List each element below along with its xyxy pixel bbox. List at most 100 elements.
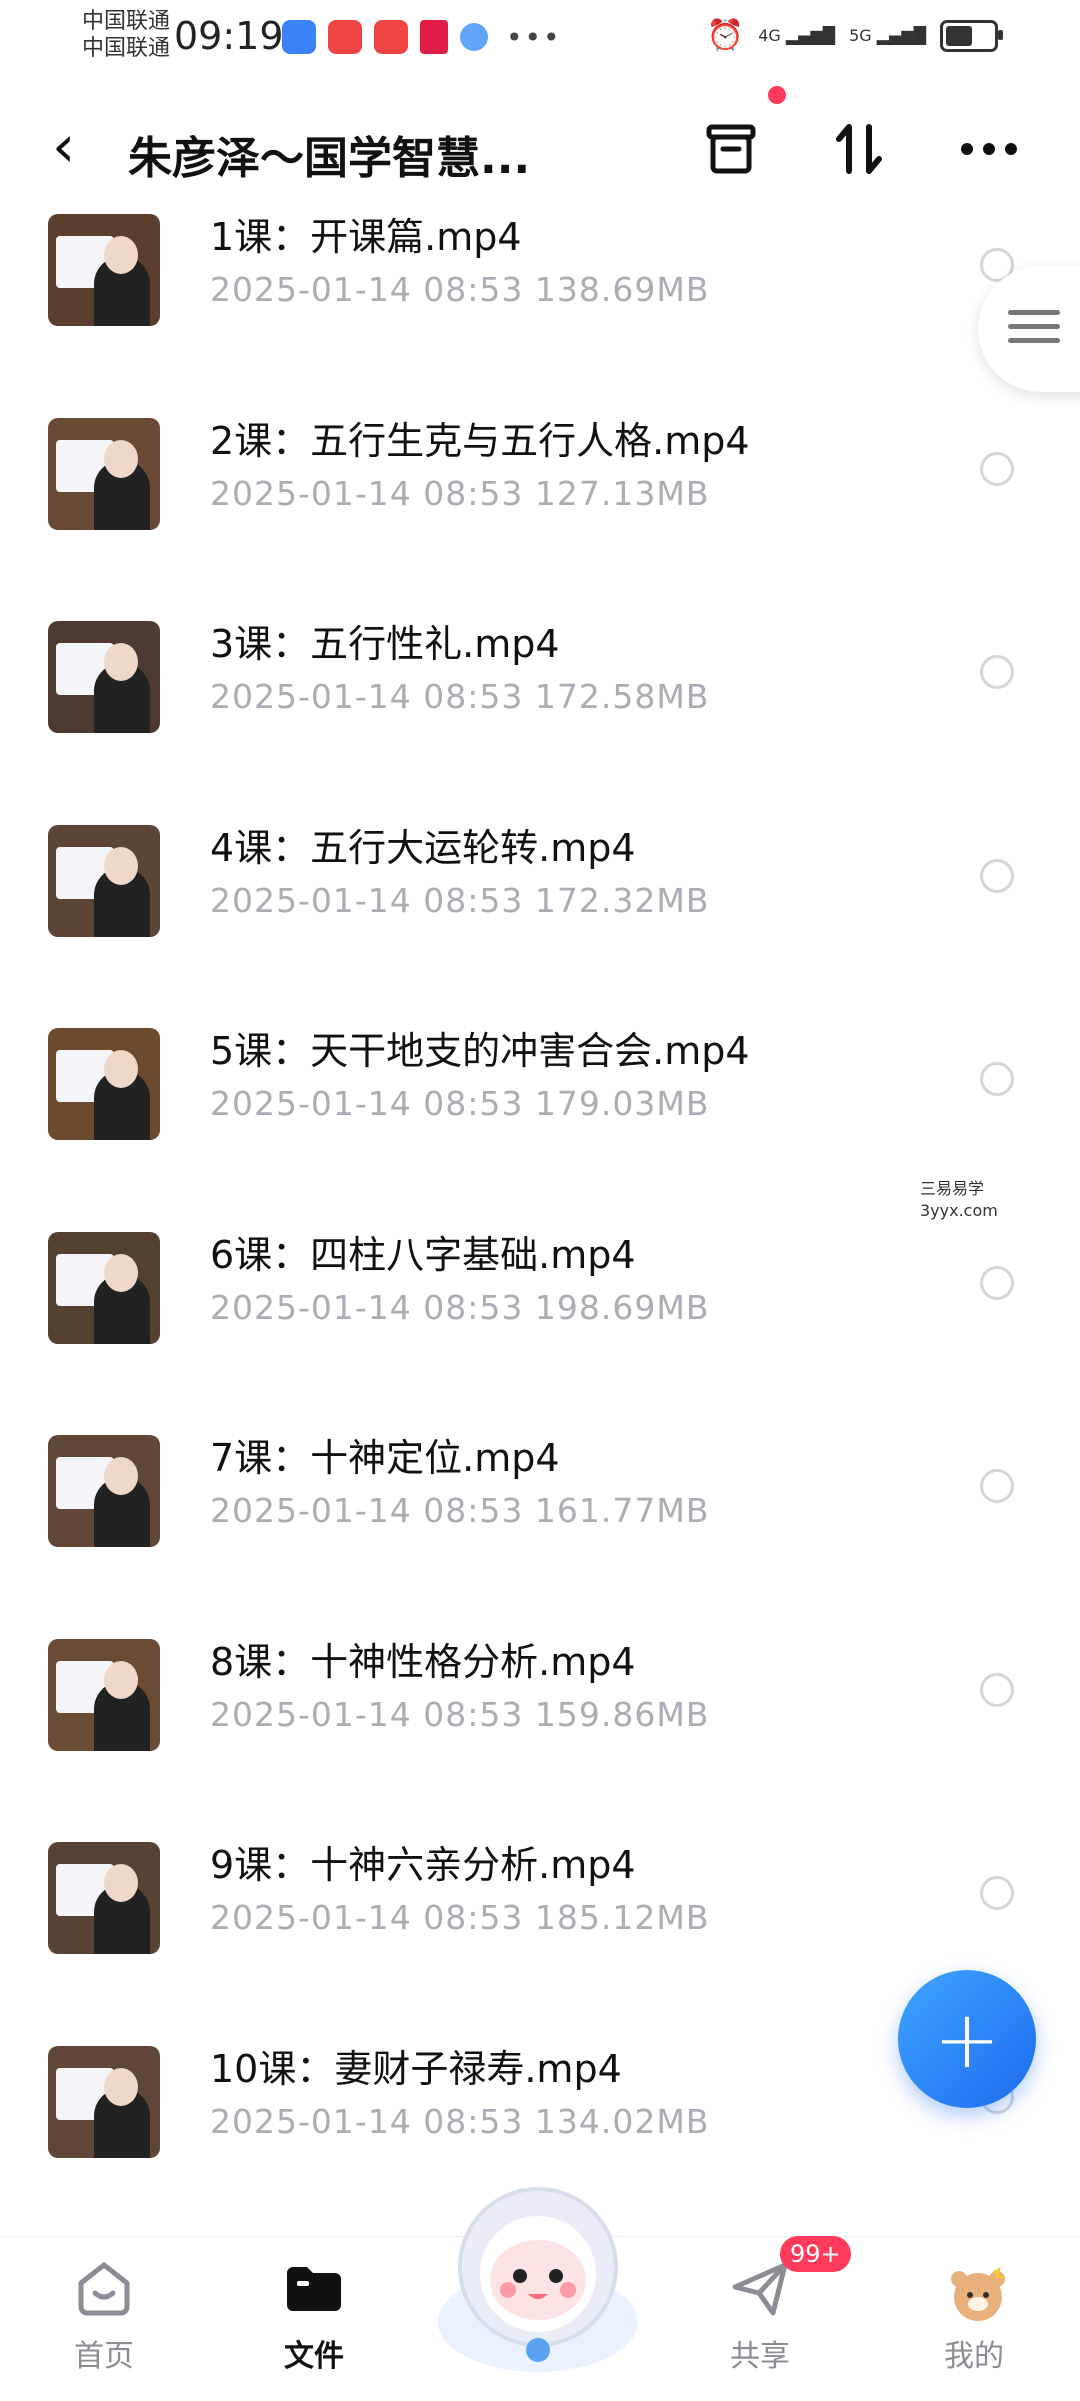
select-radio[interactable] bbox=[980, 1265, 1014, 1300]
book-notification-icon bbox=[420, 20, 448, 54]
file-name: 3课：五行性礼.mp4 bbox=[210, 622, 560, 666]
notification-dot bbox=[768, 86, 786, 104]
file-time: 08:53 bbox=[423, 880, 524, 920]
nav-home-label: 首页 bbox=[74, 2339, 134, 2374]
file-name: 9课：十神六亲分析.mp4 bbox=[210, 1843, 636, 1887]
nav-share-label: 共享 bbox=[730, 2339, 790, 2374]
folder-header: ‹ 朱彦泽～国学智慧... bbox=[0, 86, 1080, 212]
file-meta: 2025-01-14 08:53 127.13MB bbox=[210, 474, 709, 513]
thumbnail-face bbox=[104, 439, 138, 478]
file-time: 08:53 bbox=[423, 1898, 524, 1937]
select-radio[interactable] bbox=[980, 858, 1014, 893]
thumbnail-face bbox=[104, 236, 138, 274]
file-row[interactable]: 5课：天干地支的冲害合会.mp4 2025-01-14 08:53 179.03M… bbox=[0, 1014, 1080, 1218]
file-size: 159.86MB bbox=[534, 1694, 710, 1734]
file-date: 2025-01-14 bbox=[210, 473, 412, 513]
file-size: 198.69MB bbox=[534, 1287, 710, 1327]
file-date: 2025-01-14 bbox=[210, 270, 412, 309]
file-size: 127.13MB bbox=[534, 473, 710, 513]
file-time: 08:53 bbox=[423, 677, 524, 716]
nav-files[interactable]: 文件 bbox=[244, 2257, 384, 2375]
paper-plane-icon bbox=[729, 2257, 791, 2319]
file-time: 08:53 bbox=[423, 1491, 524, 1530]
file-meta: 2025-01-14 08:53 138.69MB bbox=[210, 270, 709, 309]
file-size: 134.02MB bbox=[534, 2101, 710, 2141]
select-radio[interactable] bbox=[980, 1876, 1014, 1910]
file-meta: 2025-01-14 08:53 198.69MB bbox=[210, 1288, 709, 1327]
file-size: 185.12MB bbox=[534, 1898, 710, 1937]
file-meta: 2025-01-14 08:53 172.58MB bbox=[210, 677, 709, 716]
thumbnail-face bbox=[104, 2067, 138, 2106]
nav-mine-label: 我的 bbox=[944, 2339, 1004, 2374]
file-name: 8课：十神性格分析.mp4 bbox=[210, 1639, 636, 1684]
archive-icon bbox=[706, 124, 756, 174]
video-thumbnail bbox=[48, 417, 160, 530]
video-thumbnail bbox=[48, 214, 160, 326]
file-size: 179.03MB bbox=[534, 1084, 710, 1123]
select-radio[interactable] bbox=[980, 655, 1014, 689]
file-row[interactable]: 7课：十神定位.mp4 2025-01-14 08:53 161.77MB bbox=[0, 1421, 1080, 1625]
sort-button[interactable] bbox=[824, 114, 894, 184]
video-thumbnail bbox=[48, 1435, 160, 1547]
file-date: 2025-01-14 bbox=[210, 677, 412, 716]
file-size: 172.32MB bbox=[534, 880, 710, 920]
file-name: 1课：开课篇.mp4 bbox=[210, 215, 522, 259]
file-name: 7课：十神定位.mp4 bbox=[210, 1436, 560, 1480]
file-meta: 2025-01-14 08:53 185.12MB bbox=[210, 1898, 709, 1937]
back-button[interactable]: ‹ bbox=[52, 112, 75, 180]
video-thumbnail bbox=[48, 1028, 160, 1140]
watermark: 三易易学 3yyx.com bbox=[920, 1178, 998, 1222]
file-list: 1课：开课篇.mp4 2025-01-14 08:53 138.69MB 2课：五行… bbox=[0, 200, 1080, 2235]
app-notification-icon bbox=[282, 20, 316, 54]
nav-mine[interactable]: 我的 bbox=[904, 2257, 1044, 2375]
share-badge: 99+ bbox=[780, 2236, 851, 2272]
video-thumbnail bbox=[48, 1231, 160, 1344]
file-row[interactable]: 3课：五行性礼.mp4 2025-01-14 08:53 172.58MB bbox=[0, 607, 1080, 811]
video-thumbnail bbox=[48, 824, 160, 937]
select-radio[interactable] bbox=[980, 1062, 1014, 1096]
file-date: 2025-01-14 bbox=[210, 1491, 412, 1530]
file-date: 2025-01-14 bbox=[210, 2101, 412, 2141]
assistant-mascot-button[interactable] bbox=[428, 2172, 648, 2382]
file-size: 161.77MB bbox=[534, 1491, 710, 1530]
file-row[interactable]: 6课：四柱八字基础.mp4 2025-01-14 08:53 198.69MB bbox=[0, 1218, 1080, 1422]
file-meta: 2025-01-14 08:53 134.02MB bbox=[210, 2102, 709, 2141]
browser-notification-icon bbox=[460, 23, 488, 51]
file-size: 172.58MB bbox=[534, 677, 710, 716]
file-name: 2课：五行生克与五行人格.mp4 bbox=[210, 418, 750, 463]
sort-icon bbox=[836, 124, 882, 174]
thumbnail-face bbox=[104, 1864, 138, 1902]
video-thumbnail bbox=[48, 1638, 160, 1751]
more-icon bbox=[961, 143, 1017, 155]
nav-share[interactable]: 共享 bbox=[690, 2257, 830, 2375]
add-button[interactable]: + bbox=[898, 1970, 1036, 2108]
app-notification-icon bbox=[374, 20, 408, 54]
select-radio[interactable] bbox=[980, 451, 1014, 486]
file-meta: 2025-01-14 08:53 172.32MB bbox=[210, 881, 709, 920]
carrier-1: 中国联通 bbox=[82, 9, 171, 34]
thumbnail-face bbox=[104, 643, 138, 681]
file-time: 08:53 bbox=[423, 1694, 524, 1734]
video-thumbnail bbox=[48, 621, 160, 733]
file-meta: 2025-01-14 08:53 179.03MB bbox=[210, 1084, 709, 1123]
file-row[interactable]: 8课：十神性格分析.mp4 2025-01-14 08:53 159.86MB bbox=[0, 1625, 1080, 1829]
more-options-button[interactable] bbox=[954, 114, 1024, 184]
thumbnail-face bbox=[104, 846, 138, 885]
select-radio[interactable] bbox=[980, 1469, 1014, 1503]
signal-4g: 4G ▂▄▆█ bbox=[758, 26, 836, 45]
battery-icon bbox=[940, 19, 1003, 52]
status-bar: 中国联通 中国联通 09:19 ••• ⏰ 4G ▂▄▆█ 5G ▂▄▆█ bbox=[0, 0, 1080, 80]
file-time: 08:53 bbox=[423, 270, 524, 309]
file-name: 6课：四柱八字基础.mp4 bbox=[210, 1232, 636, 1277]
file-size: 138.69MB bbox=[534, 270, 710, 309]
nav-home[interactable]: 首页 bbox=[34, 2257, 174, 2375]
select-radio[interactable] bbox=[980, 1672, 1014, 1707]
file-row[interactable]: 1课：开课篇.mp4 2025-01-14 08:53 138.69MB bbox=[0, 200, 1080, 404]
file-date: 2025-01-14 bbox=[210, 880, 412, 920]
archive-button[interactable] bbox=[696, 114, 766, 184]
thumbnail-face bbox=[104, 1050, 138, 1088]
file-row[interactable]: 4课：五行大运轮转.mp4 2025-01-14 08:53 172.32MB bbox=[0, 811, 1080, 1015]
nav-files-label: 文件 bbox=[284, 2339, 344, 2374]
video-thumbnail bbox=[48, 1842, 160, 1954]
file-row[interactable]: 2课：五行生克与五行人格.mp4 2025-01-14 08:53 127.13M… bbox=[0, 404, 1080, 608]
